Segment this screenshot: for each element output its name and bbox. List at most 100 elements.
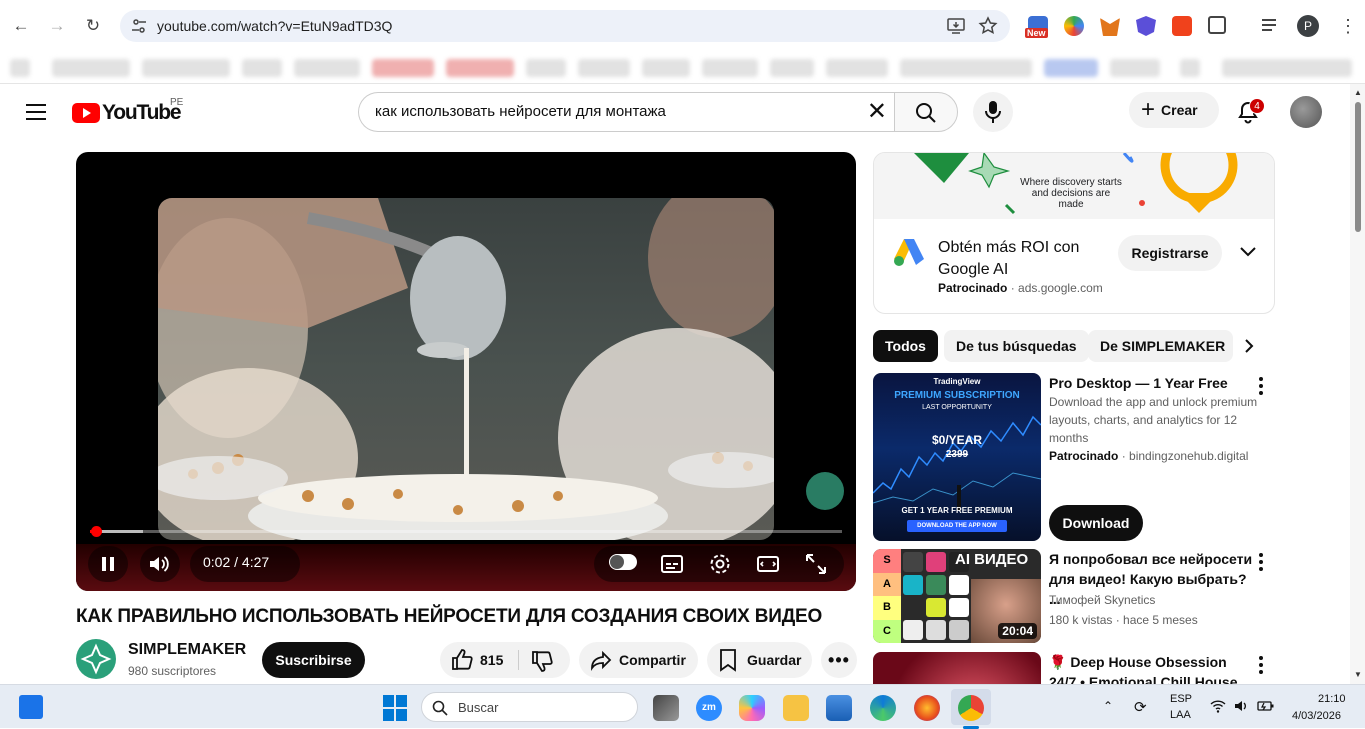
progress-scrubber-handle[interactable] xyxy=(91,526,103,537)
chip-from-searches[interactable]: De tus búsquedas xyxy=(944,330,1089,362)
microsoft-store-icon[interactable] xyxy=(826,695,852,721)
bookmark-item[interactable] xyxy=(1110,59,1160,77)
reload-icon[interactable]: ↻ xyxy=(80,13,106,39)
bookmark-item[interactable] xyxy=(770,59,814,77)
recommendation-title[interactable]: 🌹 Deep House Obsession 24/7 • Emotional … xyxy=(1049,652,1253,684)
bookmark-item[interactable] xyxy=(242,59,282,77)
video-player[interactable]: 0:02 / 4:27 xyxy=(76,152,856,591)
bookmark-item[interactable] xyxy=(1180,59,1200,77)
recommendation-title[interactable]: Pro Desktop — 1 Year Free xyxy=(1049,373,1253,393)
autoplay-toggle[interactable] xyxy=(609,554,637,570)
dislike-button[interactable] xyxy=(520,642,570,678)
bookmark-item[interactable] xyxy=(1044,59,1098,77)
recommendation-video[interactable]: 🌹 Deep House Obsession 24/7 • Emotional … xyxy=(873,652,1273,684)
chrome-menu-icon[interactable]: ⋮ xyxy=(1338,16,1358,36)
install-app-icon[interactable] xyxy=(946,16,966,36)
channel-name[interactable]: SIMPLEMAKER xyxy=(128,641,246,659)
sync-icon[interactable]: ⟳ xyxy=(1134,698,1147,716)
shield-extension-icon[interactable] xyxy=(1136,16,1156,36)
firefox-icon[interactable] xyxy=(914,695,940,721)
taskbar-search-input[interactable]: Buscar xyxy=(421,692,638,722)
create-button[interactable]: + Crear xyxy=(1129,92,1219,128)
like-button[interactable]: 815 xyxy=(440,642,518,678)
bookmark-item[interactable] xyxy=(294,59,360,77)
user-avatar[interactable] xyxy=(1290,96,1322,128)
media-control-icon[interactable] xyxy=(1262,16,1282,36)
ad-headline[interactable]: Obtén más ROI con Google AI xyxy=(938,237,1108,281)
fullscreen-icon[interactable] xyxy=(804,552,828,576)
channel-watermark-logo[interactable] xyxy=(806,472,844,510)
chip-todos[interactable]: Todos xyxy=(873,330,938,362)
task-view-icon[interactable] xyxy=(653,695,679,721)
subtitles-icon[interactable] xyxy=(660,552,684,576)
chevron-right-icon[interactable] xyxy=(1241,338,1257,354)
settings-gear-icon[interactable] xyxy=(708,552,732,576)
site-settings-icon[interactable] xyxy=(131,18,147,34)
speaker-icon[interactable] xyxy=(1234,699,1250,713)
ad-banner-image[interactable]: Where discovery starts and decisions are… xyxy=(874,153,1274,219)
pause-button[interactable] xyxy=(88,546,128,582)
bookmark-item[interactable] xyxy=(900,59,1032,77)
video-thumbnail[interactable]: S A B C AI ВИДЕО 20:04 xyxy=(873,549,1041,643)
windows-start-icon[interactable] xyxy=(383,695,409,721)
chevron-down-icon[interactable] xyxy=(1238,245,1258,259)
bookmark-item[interactable] xyxy=(10,59,30,77)
file-explorer-icon[interactable] xyxy=(783,695,809,721)
tray-overflow-icon[interactable]: ⌃ xyxy=(1103,699,1113,713)
scroll-down-icon[interactable]: ▼ xyxy=(1354,670,1362,679)
bookmark-item[interactable] xyxy=(642,59,690,77)
search-input[interactable]: как использовать нейросети для монтажа ✕ xyxy=(358,92,895,132)
metamask-icon[interactable] xyxy=(1100,18,1120,36)
menu-icon[interactable] xyxy=(26,104,46,125)
language-code[interactable]: ESP xyxy=(1170,693,1192,705)
progress-bar[interactable] xyxy=(90,530,842,533)
bookmark-item[interactable] xyxy=(1222,59,1352,77)
bookmark-item[interactable] xyxy=(826,59,888,77)
recommendation-video[interactable]: S A B C AI ВИДЕО 20:04 Я попробовал все … xyxy=(873,549,1273,643)
extension-red-icon[interactable] xyxy=(1172,16,1192,36)
video-thumbnail[interactable] xyxy=(873,652,1041,684)
recommendation-sponsored[interactable]: TradingView PREMIUM SUBSCRIPTION LAST OP… xyxy=(873,373,1273,541)
more-actions-button[interactable]: ••• xyxy=(821,642,857,678)
bookmark-item[interactable] xyxy=(446,59,514,77)
more-options-icon[interactable] xyxy=(1259,656,1263,677)
search-button[interactable] xyxy=(894,92,958,132)
extension-icon[interactable] xyxy=(1064,16,1084,36)
forward-icon[interactable]: → xyxy=(44,13,70,39)
wifi-icon[interactable] xyxy=(1210,699,1226,713)
clock-date[interactable]: 4/03/2026 xyxy=(1292,710,1341,722)
page-scrollbar[interactable]: ▲ ▼ xyxy=(1350,84,1365,684)
ad-register-button[interactable]: Registrarse xyxy=(1118,235,1222,271)
address-bar[interactable]: youtube.com/watch?v=EtuN9adTD3Q xyxy=(120,10,1010,42)
clock-time[interactable]: 21:10 xyxy=(1318,693,1346,705)
bookmark-item[interactable] xyxy=(372,59,434,77)
youtube-logo[interactable]: YouTube xyxy=(72,101,182,125)
channel-avatar[interactable] xyxy=(76,639,116,679)
recommendation-channel[interactable]: Тимофей Skynetics xyxy=(1049,591,1259,609)
share-button[interactable]: Compartir xyxy=(579,642,698,678)
clear-search-icon[interactable]: ✕ xyxy=(867,99,887,125)
chip-from-channel[interactable]: De SIMPLEMAKER xyxy=(1088,330,1233,362)
bookmark-item[interactable] xyxy=(526,59,566,77)
chrome-icon[interactable] xyxy=(958,695,984,721)
keyboard-layout[interactable]: LAA xyxy=(1170,709,1191,721)
download-button[interactable]: Download xyxy=(1049,505,1143,541)
copilot-icon[interactable] xyxy=(739,695,765,721)
edge-icon[interactable] xyxy=(870,695,896,721)
scrollbar-thumb[interactable] xyxy=(1355,102,1361,232)
widgets-icon[interactable] xyxy=(19,695,43,719)
save-button[interactable]: Guardar xyxy=(707,642,812,678)
zoom-app-icon[interactable]: zm xyxy=(696,695,722,721)
sponsored-thumbnail[interactable]: TradingView PREMIUM SUBSCRIPTION LAST OP… xyxy=(873,373,1041,541)
profile-avatar[interactable]: P xyxy=(1297,15,1319,37)
bookmark-star-icon[interactable] xyxy=(978,16,998,36)
subscribe-button[interactable]: Suscribirse xyxy=(262,642,365,678)
scroll-up-icon[interactable]: ▲ xyxy=(1354,88,1362,97)
more-options-icon[interactable] xyxy=(1259,553,1263,574)
sponsored-ad-card[interactable]: Where discovery starts and decisions are… xyxy=(873,152,1275,314)
battery-icon[interactable] xyxy=(1257,699,1275,713)
back-icon[interactable]: ← xyxy=(8,13,34,39)
bookmark-item[interactable] xyxy=(142,59,230,77)
bookmark-item[interactable] xyxy=(52,59,130,77)
volume-button[interactable] xyxy=(140,546,180,582)
